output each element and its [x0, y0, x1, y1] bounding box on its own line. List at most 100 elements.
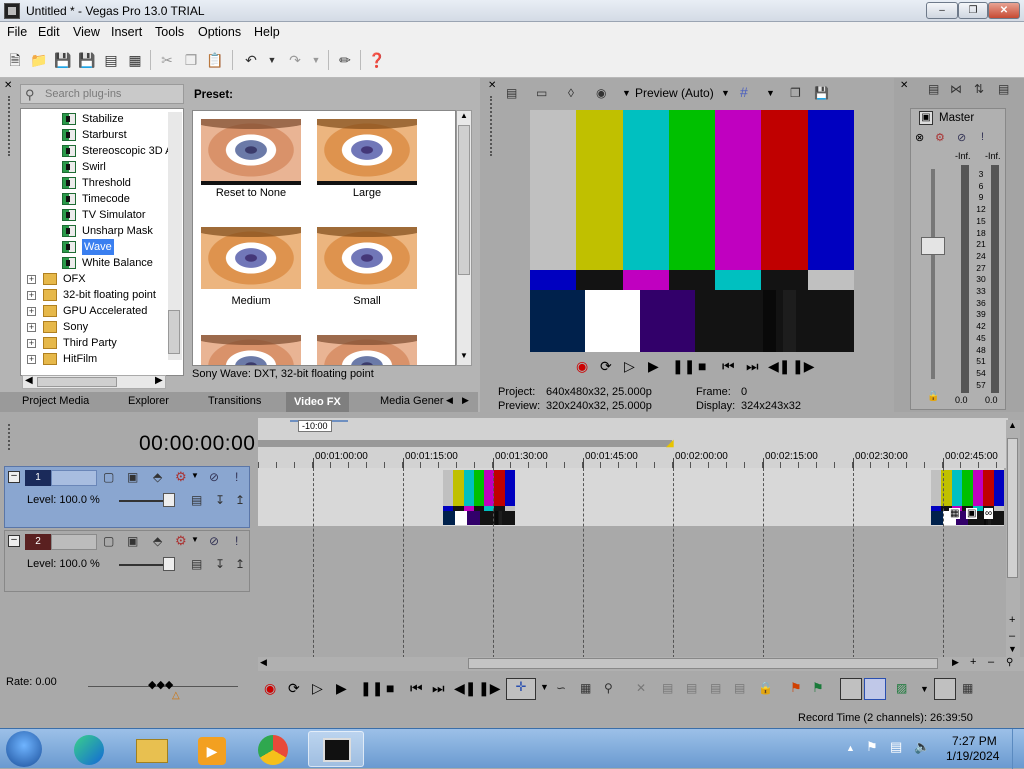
dropdown-icon[interactable]: ▼: [191, 471, 199, 480]
record-icon[interactable]: ◉: [576, 358, 588, 375]
split-icon[interactable]: ▤: [734, 681, 745, 695]
scroll-left-icon[interactable]: ◀: [260, 657, 267, 668]
collapse-icon[interactable]: –: [8, 471, 20, 483]
copy-icon[interactable]: ❐: [182, 51, 200, 69]
mute-icon[interactable]: ⊘: [209, 470, 219, 484]
level-slider[interactable]: [163, 557, 175, 571]
tab-scroll-left-icon[interactable]: ◀: [446, 395, 453, 406]
make-compositing-parent-icon[interactable]: ↥: [235, 557, 245, 571]
go-to-start-icon[interactable]: ⏮: [722, 358, 735, 375]
zoom-in-vertical-icon[interactable]: +: [1009, 614, 1015, 626]
loop-icon[interactable]: ⟳: [288, 680, 300, 697]
parent-motion-icon[interactable]: ▣: [127, 534, 138, 548]
dropdown-icon[interactable]: ▼: [622, 88, 631, 98]
preset-medium[interactable]: Medium: [193, 219, 309, 327]
stop-icon[interactable]: ■: [386, 680, 394, 696]
expand-icon[interactable]: +: [27, 275, 36, 284]
tree-folder[interactable]: + Sony: [21, 319, 183, 335]
preset-scrollbar[interactable]: ▲ ▼: [456, 110, 472, 366]
track-fx-icon[interactable]: ⚙: [175, 533, 187, 549]
parent-motion-icon[interactable]: ▣: [127, 470, 138, 484]
chevron-down-icon[interactable]: ▼: [721, 88, 730, 98]
zoom-out-horizontal-icon[interactable]: –: [988, 656, 994, 668]
copy-snapshot-icon[interactable]: ❐: [790, 86, 801, 100]
zoom-tool-icon[interactable]: ⚲: [1006, 657, 1013, 668]
horizontal-scroll-thumb[interactable]: [468, 658, 938, 669]
network-icon[interactable]: ▤: [890, 739, 902, 755]
preset-reset-to-none[interactable]: Reset to None: [193, 111, 309, 219]
whats-this-help-icon[interactable]: ❓: [368, 51, 386, 69]
expand-icon[interactable]: +: [27, 339, 36, 348]
panel-close-icon[interactable]: ✕: [4, 80, 14, 91]
play-icon[interactable]: ▶: [336, 680, 347, 697]
mute-icon[interactable]: ⊘: [957, 131, 966, 144]
media-player-taskbar-button[interactable]: ▶: [184, 731, 240, 767]
solo-icon[interactable]: !: [235, 534, 238, 548]
solo-icon[interactable]: !: [981, 131, 984, 143]
edge-taskbar-button[interactable]: [62, 731, 118, 767]
search-input[interactable]: ⚲ Search plug-ins: [20, 84, 184, 104]
render-icon[interactable]: ▤: [102, 51, 120, 69]
next-frame-icon[interactable]: ❚▶: [792, 358, 815, 375]
expand-icon[interactable]: +: [27, 355, 36, 364]
expand-compositing-icon[interactable]: ↧: [215, 493, 225, 507]
insert-marker-icon[interactable]: ⚑: [790, 680, 802, 696]
record-icon[interactable]: ◉: [264, 680, 276, 697]
redo-icon[interactable]: ↷: [286, 51, 304, 69]
lock-icon[interactable]: 🔒: [758, 681, 773, 695]
ignore-grouping-icon[interactable]: ▦: [962, 681, 973, 695]
tab-media-generators[interactable]: Media Gener: [380, 395, 444, 407]
tree-plugin-item[interactable]: Threshold: [21, 175, 183, 191]
timeline-vertical-scrollbar[interactable]: ▲ + – ▼: [1006, 420, 1020, 660]
clock-date[interactable]: 1/19/2024: [946, 749, 999, 763]
timeline-grip[interactable]: [8, 424, 12, 450]
tree-plugin-item[interactable]: Stabilize: [21, 111, 183, 127]
preset-small[interactable]: Small: [309, 219, 425, 327]
chrome-taskbar-button[interactable]: [246, 731, 302, 767]
tab-explorer[interactable]: Explorer: [128, 395, 169, 407]
menu-insert[interactable]: Insert: [111, 25, 142, 39]
previous-frame-icon[interactable]: ◀❚: [768, 358, 791, 375]
master-fader[interactable]: [921, 237, 945, 255]
clock-time[interactable]: 7:27 PM: [952, 734, 997, 748]
trim-end-icon[interactable]: ▤: [710, 681, 721, 695]
track-header-2[interactable]: – 2 ▢ ▣ ⬘ ⚙ ▼ ⊘ ! Level: 100.0 % ▤ ↧ ↥: [4, 530, 250, 592]
zoom-edit-tool-icon[interactable]: ⚲: [604, 681, 613, 695]
empty-track-area[interactable]: [258, 592, 1004, 656]
minimize-button[interactable]: –: [926, 2, 958, 19]
maximize-button[interactable]: ❐: [958, 2, 988, 19]
trim-start-icon[interactable]: ▤: [686, 681, 697, 695]
menu-options[interactable]: Options: [198, 25, 241, 39]
tree-folder[interactable]: + Third Party: [21, 335, 183, 351]
tree-folder[interactable]: + HitFilm: [21, 351, 183, 367]
pause-icon[interactable]: ❚❚: [672, 358, 695, 375]
generate-media-icon[interactable]: ▤: [191, 557, 202, 571]
pause-icon[interactable]: ❚❚: [360, 680, 383, 697]
expand-icon[interactable]: +: [27, 307, 36, 316]
normal-edit-tool-icon[interactable]: ✛: [506, 678, 536, 700]
track-fx-icon[interactable]: ⚙: [175, 469, 187, 485]
chevron-down-icon[interactable]: ▼: [766, 88, 775, 98]
tree-plugin-item[interactable]: Timecode: [21, 191, 183, 207]
paste-icon[interactable]: 📋: [206, 51, 224, 69]
menu-file[interactable]: File: [7, 25, 27, 39]
preset-large[interactable]: Large: [309, 111, 425, 219]
panel-grip[interactable]: [8, 96, 12, 156]
envelope-edit-tool-icon[interactable]: ∽: [556, 681, 566, 695]
mute-icon[interactable]: ⊘: [209, 534, 219, 548]
scroll-down-icon[interactable]: ▼: [1008, 644, 1017, 654]
menu-edit[interactable]: Edit: [38, 25, 60, 39]
auto-ripple-icon[interactable]: [840, 678, 862, 700]
preset-scroll-thumb[interactable]: [458, 125, 470, 275]
new-icon[interactable]: 🗎: [6, 51, 24, 69]
video-event-clip[interactable]: [443, 470, 516, 525]
scroll-up-icon[interactable]: ▲: [1008, 420, 1017, 430]
vertical-scroll-thumb[interactable]: [1007, 438, 1018, 578]
fx-icon[interactable]: ◊: [568, 86, 574, 100]
properties-icon[interactable]: ▦: [126, 51, 144, 69]
save-as-icon[interactable]: 💾: [78, 51, 96, 69]
chevron-down-icon[interactable]: ▼: [540, 682, 549, 692]
show-hidden-icons[interactable]: ▲: [846, 743, 855, 753]
preview-quality-select[interactable]: Preview (Auto): [635, 86, 714, 100]
tree-horizontal-scrollbar[interactable]: ◀ ▶: [22, 375, 166, 389]
